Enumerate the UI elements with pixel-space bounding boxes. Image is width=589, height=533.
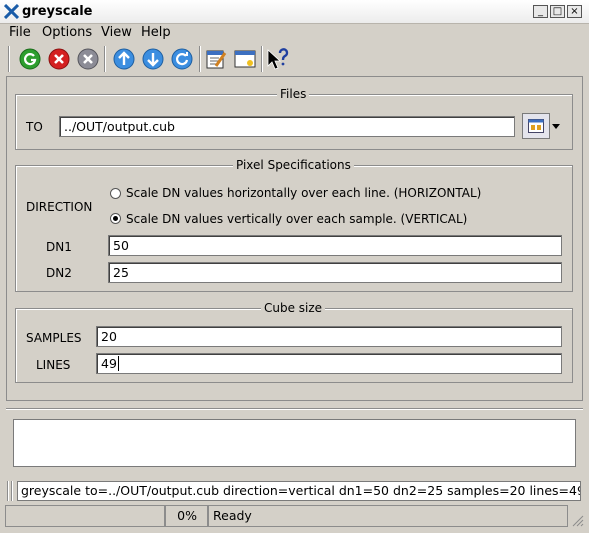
minimize-button[interactable]: _	[533, 5, 548, 18]
progress-percent: 0%	[165, 505, 208, 527]
splitter-handle[interactable]	[6, 408, 583, 410]
samples-input[interactable]: 20	[96, 326, 562, 347]
title-bar[interactable]: greyscale _ □ ×	[0, 0, 589, 24]
lines-label: LINES	[36, 358, 71, 372]
toolbar-separator	[104, 46, 106, 72]
up-arrow-icon[interactable]	[112, 47, 136, 71]
command-line-grip	[7, 481, 9, 501]
browse-dropdown-button[interactable]	[550, 113, 562, 139]
direction-label: DIRECTION	[26, 200, 93, 214]
toolbar-separator	[8, 46, 10, 72]
menu-view[interactable]: View	[101, 25, 132, 40]
toolbar-separator	[261, 46, 263, 72]
dn2-label: DN2	[46, 266, 72, 280]
exit-icon[interactable]	[76, 47, 100, 71]
browse-button[interactable]	[522, 113, 550, 139]
toolbar-separator	[199, 46, 201, 72]
menu-help[interactable]: Help	[141, 25, 171, 40]
menu-options[interactable]: Options	[42, 25, 92, 40]
window-icon[interactable]	[233, 47, 257, 71]
stop-icon[interactable]	[47, 47, 71, 71]
pixel-group-title: Pixel Specifications	[233, 158, 354, 172]
dn2-input[interactable]: 25	[108, 262, 562, 283]
whats-this-icon[interactable]	[266, 47, 290, 71]
log-output-area[interactable]	[13, 419, 576, 467]
command-line-field[interactable]: greyscale to=../OUT/output.cub direction…	[17, 481, 581, 501]
chevron-down-icon	[552, 124, 560, 129]
dn1-label: DN1	[46, 240, 72, 254]
vertical-radio[interactable]	[110, 213, 121, 224]
refresh-icon[interactable]	[170, 47, 194, 71]
status-message: Ready	[208, 505, 568, 527]
progress-bar	[5, 505, 165, 527]
horizontal-option-label[interactable]: Scale DN values horizontally over each l…	[126, 186, 481, 200]
edit-log-icon[interactable]	[204, 47, 228, 71]
command-line-grip	[11, 481, 13, 501]
maximize-button[interactable]: □	[550, 5, 565, 18]
file-browser-icon	[528, 119, 544, 133]
down-arrow-icon[interactable]	[141, 47, 165, 71]
window-title: greyscale	[22, 4, 93, 19]
files-group-title: Files	[277, 87, 310, 101]
vertical-option-label[interactable]: Scale DN values vertically over each sam…	[126, 212, 467, 226]
app-logo-icon	[4, 4, 19, 19]
samples-label: SAMPLES	[26, 331, 82, 345]
to-label: TO	[26, 120, 43, 134]
resize-grip-icon[interactable]	[570, 513, 584, 527]
to-input[interactable]: ../OUT/output.cub	[59, 116, 515, 137]
dn1-input[interactable]: 50	[108, 235, 562, 256]
run-icon[interactable]	[18, 47, 42, 71]
horizontal-radio[interactable]	[110, 188, 121, 199]
close-button[interactable]: ×	[567, 5, 582, 18]
menu-file[interactable]: File	[9, 25, 31, 40]
lines-input[interactable]: 49	[96, 353, 562, 374]
cube-group-title: Cube size	[261, 301, 326, 315]
